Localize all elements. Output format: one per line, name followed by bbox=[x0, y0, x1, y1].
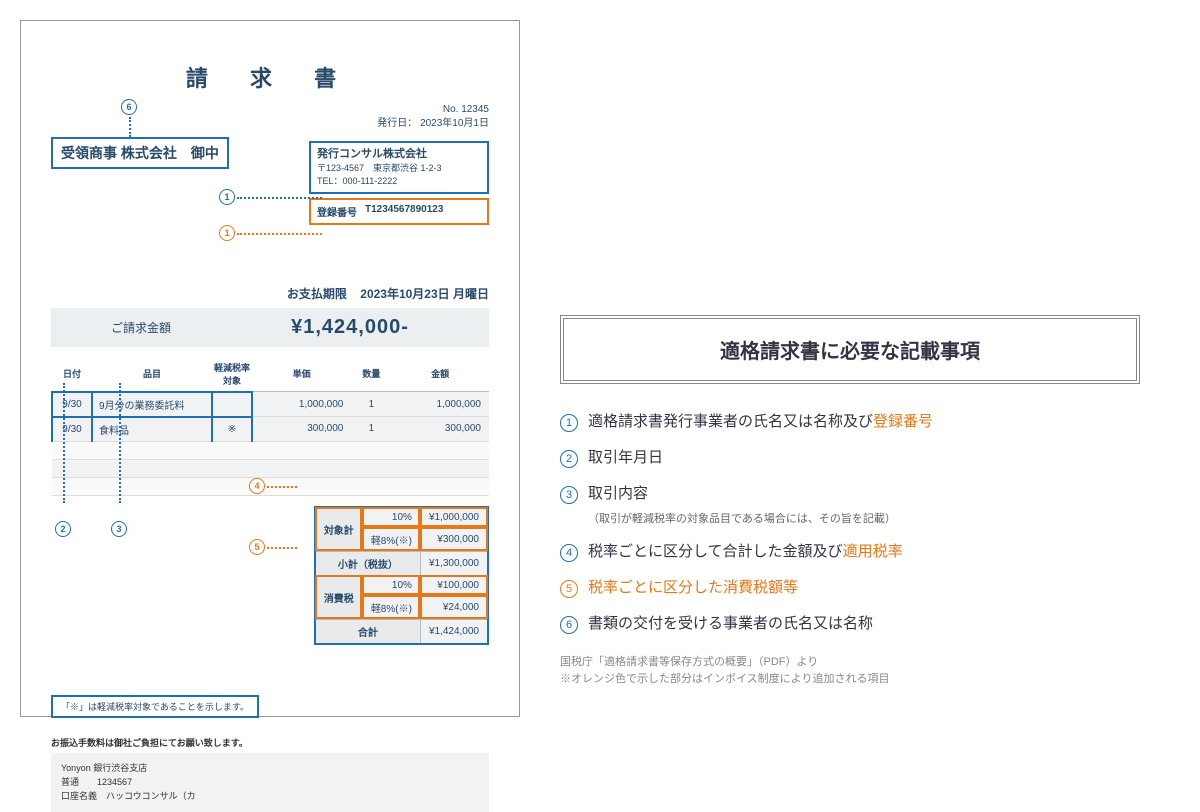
summary-box: 対象計 10% ¥1,000,000 軽8%(※) ¥300,000 小計（税抜… bbox=[314, 506, 489, 645]
list-item: 5税率ごとに区分した消費税額等 bbox=[560, 576, 1140, 598]
issuer-box: 発行コンサル株式会社 〒123-4567 東京都渋谷 1-2-3 TEL：000… bbox=[309, 141, 489, 225]
footnote: 「※」は軽減税率対象であることを示します。 bbox=[51, 695, 259, 718]
invoice-document: 請 求 書 No. 12345 発行日： 2023年10月1日 受領商事 株式会… bbox=[20, 20, 520, 717]
total-bar: ご請求金額 ¥1,424,000- bbox=[51, 308, 489, 347]
items-table: 日付 品目 軽減税率対象 単価 数量 金額 9/30 9月分の業務委託料 1,0… bbox=[51, 357, 489, 496]
transfer-note: お振込手数料は御社ご負担にてお願い致します。 bbox=[51, 736, 489, 749]
invoice-meta: No. 12345 発行日： 2023年10月1日 bbox=[51, 103, 489, 131]
source-note: 国税庁「適格請求書等保存方式の概要」（PDF）より ※オレンジ色で示した部分はイ… bbox=[560, 654, 1140, 687]
side-panel: 適格請求書に必要な記載事項 1適格請求書発行事業者の氏名又は名称及び登録番号 2… bbox=[560, 20, 1140, 717]
table-row: 9/30 食料品 ※ 300,000 1 300,000 bbox=[52, 417, 489, 442]
issuer-info: 発行コンサル株式会社 〒123-4567 東京都渋谷 1-2-3 TEL：000… bbox=[309, 141, 489, 194]
invoice-title: 請 求 書 bbox=[51, 61, 489, 93]
recipient-box: 受領商事 株式会社 御中 bbox=[51, 137, 229, 169]
registration-box: 登録番号 T1234567890123 bbox=[309, 198, 489, 225]
bank-box: Yonyon 銀行渋谷支店 普通 1234567 口座名義 ハッコウコンサル（カ bbox=[51, 753, 489, 812]
side-title: 適格請求書に必要な記載事項 bbox=[560, 315, 1140, 384]
list-item: 2取引年月日 bbox=[560, 446, 1140, 468]
list-item: 4税率ごとに区分して合計した金額及び適用税率 bbox=[560, 540, 1140, 562]
list-item: 1適格請求書発行事業者の氏名又は名称及び登録番号 bbox=[560, 410, 1140, 432]
table-row: 9/30 9月分の業務委託料 1,000,000 1 1,000,000 bbox=[52, 392, 489, 417]
list-item: 3取引内容 bbox=[560, 482, 1140, 504]
due-row: お支払期限 2023年10月23日 月曜日 bbox=[51, 285, 489, 302]
list-sub: （取引が軽減税率の対象品目である場合には、その旨を記載） bbox=[588, 510, 1140, 526]
requirements-list: 1適格請求書発行事業者の氏名又は名称及び登録番号 2取引年月日 3取引内容 （取… bbox=[560, 410, 1140, 634]
list-item: 6書類の交付を受ける事業者の氏名又は名称 bbox=[560, 612, 1140, 634]
